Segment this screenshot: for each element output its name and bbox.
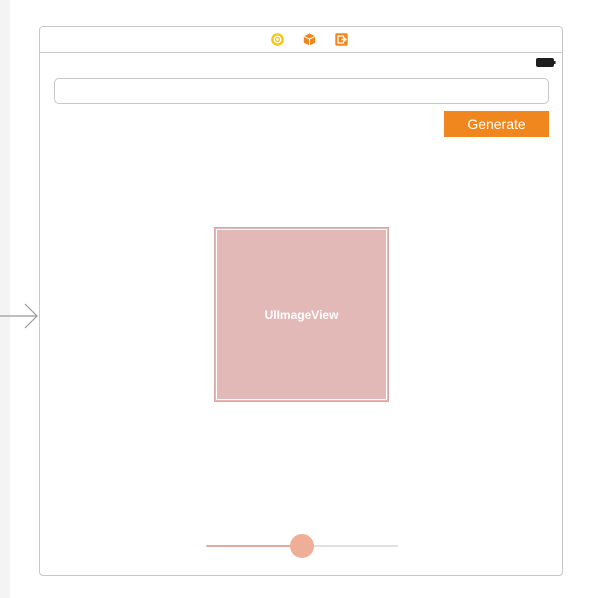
entry-point-arrow-icon[interactable] xyxy=(0,302,40,330)
first-responder-icon[interactable] xyxy=(303,33,316,46)
canvas-gutter xyxy=(0,0,10,598)
slider[interactable] xyxy=(206,534,398,558)
slider-max-track[interactable] xyxy=(308,545,398,547)
slider-thumb[interactable] xyxy=(290,534,314,558)
text-field[interactable] xyxy=(54,78,549,104)
storyboard-canvas: Generate UIImageView xyxy=(0,0,600,598)
slider-min-track[interactable] xyxy=(206,545,296,547)
view-controller-scene[interactable]: Generate UIImageView xyxy=(39,26,563,576)
exit-icon[interactable] xyxy=(335,33,348,46)
view-controller-icon[interactable] xyxy=(271,33,284,46)
battery-icon xyxy=(536,58,556,67)
scene-dock xyxy=(40,27,562,53)
image-view[interactable]: UIImageView xyxy=(214,227,389,402)
generate-button[interactable]: Generate xyxy=(444,111,549,137)
image-view-label: UIImageView xyxy=(264,307,339,322)
